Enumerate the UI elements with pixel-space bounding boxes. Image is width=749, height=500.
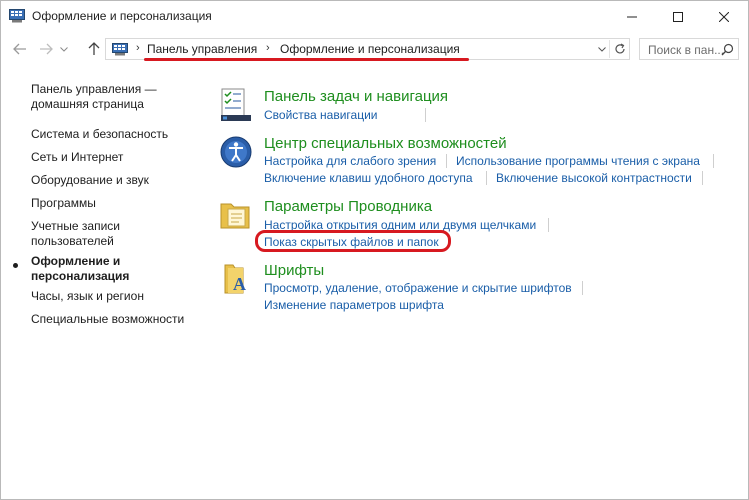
sidebar-item-system-security[interactable]: Система и безопасность xyxy=(31,127,196,142)
minimize-button[interactable] xyxy=(609,1,655,32)
sidebar-item-accessibility[interactable]: Специальные возможности xyxy=(31,312,196,327)
refresh-button[interactable] xyxy=(611,40,629,58)
link-separator xyxy=(548,218,549,232)
close-icon xyxy=(719,11,729,22)
sidebar-item-home[interactable]: Панель управления — домашняя страница xyxy=(31,82,196,112)
control-panel-window: Оформление и персонализация › Панель упр… xyxy=(0,0,749,500)
arrow-right-icon xyxy=(40,43,53,55)
search-input[interactable]: Поиск в пан... xyxy=(648,43,724,57)
taskbar-icon xyxy=(221,88,251,121)
annotation-underline xyxy=(144,58,469,61)
chevron-down-icon xyxy=(597,46,606,52)
breadcrumb-appearance[interactable]: Оформление и персонализация xyxy=(280,42,460,56)
category-title-accessibility-center[interactable]: Центр специальных возможностей xyxy=(264,135,507,152)
annotation-circle xyxy=(255,230,451,252)
current-item-bullet xyxy=(13,263,18,268)
link-high-contrast[interactable]: Включение высокой контрастности xyxy=(496,171,692,185)
address-dropdown-button[interactable] xyxy=(594,40,610,58)
accessibility-center-icon xyxy=(220,136,252,168)
link-preview-fonts[interactable]: Просмотр, удаление, отображение и скрыти… xyxy=(264,281,572,295)
control-panel-icon xyxy=(9,9,25,23)
arrow-left-icon xyxy=(13,43,26,55)
link-separator xyxy=(582,281,583,295)
sidebar-item-programs[interactable]: Программы xyxy=(31,196,196,211)
link-low-vision[interactable]: Настройка для слабого зрения xyxy=(264,154,436,168)
breadcrumb-control-panel[interactable]: Панель управления xyxy=(147,42,257,56)
close-button[interactable] xyxy=(701,1,747,32)
sidebar-item-user-accounts[interactable]: Учетные записи пользователей xyxy=(31,219,196,249)
control-panel-icon xyxy=(112,43,128,56)
window-title: Оформление и персонализация xyxy=(32,9,212,23)
search-box[interactable]: Поиск в пан... xyxy=(639,38,739,60)
fonts-folder-icon: A xyxy=(224,264,246,294)
folder-options-icon xyxy=(220,203,250,229)
link-separator xyxy=(425,108,426,122)
category-title-explorer-options[interactable]: Параметры Проводника xyxy=(264,198,432,215)
sidebar-item-hardware[interactable]: Оборудование и звук xyxy=(31,173,196,188)
link-separator xyxy=(486,171,487,185)
minimize-icon xyxy=(627,16,637,17)
svg-text:A: A xyxy=(233,274,246,294)
chevron-right-icon[interactable]: › xyxy=(136,42,140,54)
sidebar-item-clock-region[interactable]: Часы, язык и регион xyxy=(31,289,196,304)
back-button[interactable] xyxy=(9,38,31,60)
link-navigation-properties[interactable]: Свойства навигации xyxy=(264,108,377,122)
link-separator xyxy=(446,154,447,168)
search-icon[interactable] xyxy=(721,43,734,56)
up-button[interactable] xyxy=(83,38,105,60)
link-separator xyxy=(702,171,703,185)
link-separator xyxy=(713,154,714,168)
category-title-fonts[interactable]: Шрифты xyxy=(264,262,324,279)
category-title-taskbar[interactable]: Панель задач и навигация xyxy=(264,88,448,105)
sidebar-item-network[interactable]: Сеть и Интернет xyxy=(31,150,196,165)
sidebar-item-appearance: Оформление и персонализация xyxy=(31,254,130,283)
address-bar[interactable]: › Панель управления › Оформление и персо… xyxy=(105,38,630,60)
title-bar[interactable]: Оформление и персонализация xyxy=(1,1,748,32)
link-screen-reader[interactable]: Использование программы чтения с экрана xyxy=(456,154,700,168)
link-sticky-keys[interactable]: Включение клавиш удобного доступа xyxy=(264,171,473,185)
chevron-down-icon xyxy=(60,46,68,52)
forward-button[interactable] xyxy=(35,38,57,60)
recent-locations-button[interactable] xyxy=(57,38,71,60)
maximize-icon xyxy=(673,11,683,22)
arrow-up-icon xyxy=(88,42,100,55)
link-font-settings[interactable]: Изменение параметров шрифта xyxy=(264,298,444,312)
maximize-button[interactable] xyxy=(655,1,701,32)
chevron-right-icon[interactable]: › xyxy=(266,42,270,54)
refresh-icon xyxy=(615,43,625,54)
